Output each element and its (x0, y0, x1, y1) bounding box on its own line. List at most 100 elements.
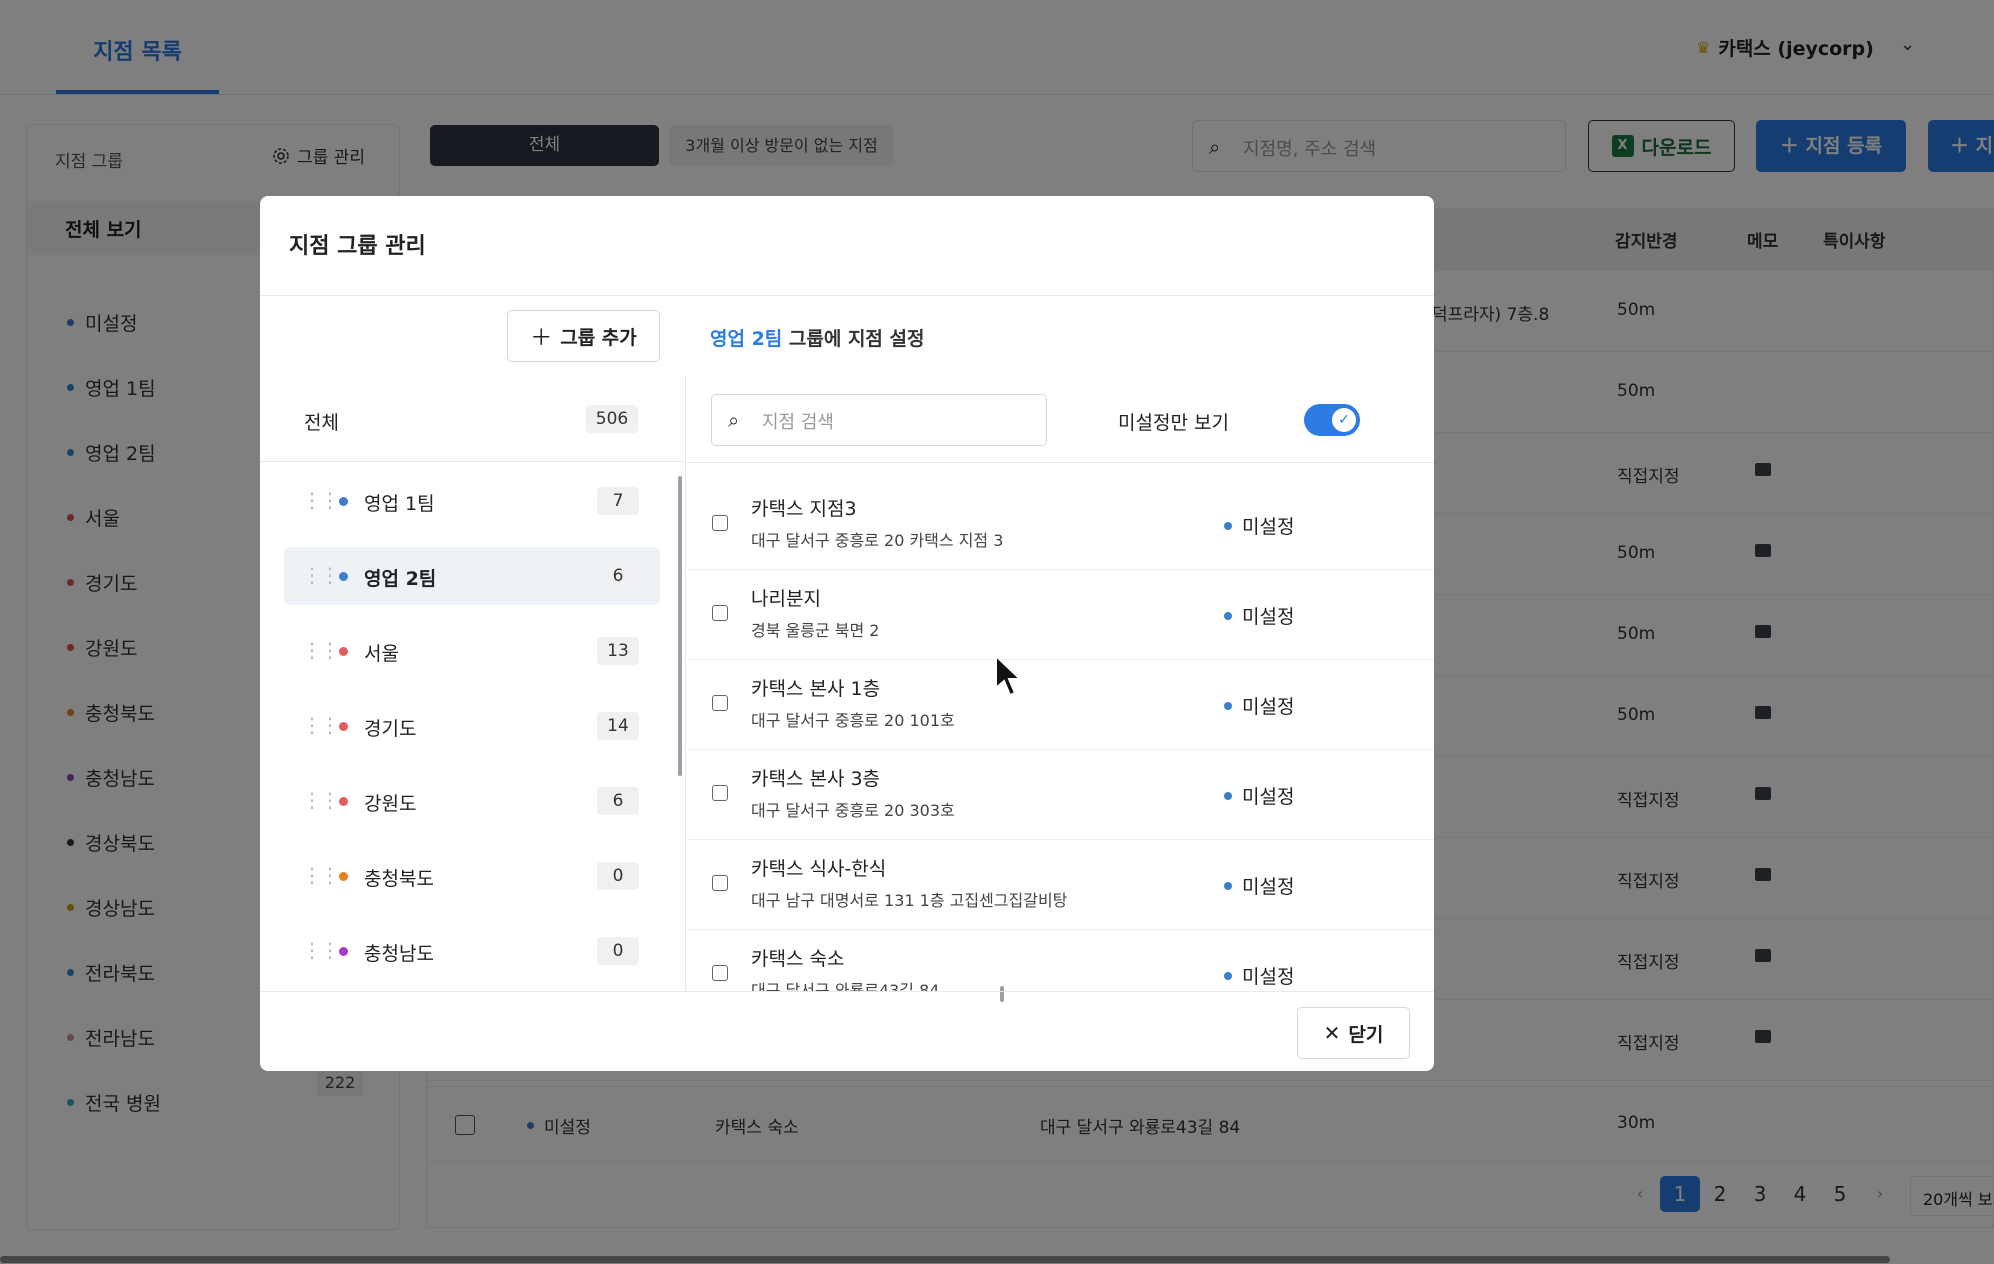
group-item[interactable]: ⋮⋮ 충청북도 0 (284, 847, 660, 905)
status-dot (1224, 791, 1232, 800)
group-count: 13 (597, 637, 639, 665)
drag-handle-icon[interactable]: ⋮⋮ (302, 488, 340, 512)
branch-address: 경북 울릉군 북면 2 (751, 621, 880, 640)
group-name: 강원도 (364, 793, 417, 815)
group-list-panel: 전체 506 ⋮⋮ 영업 1팀 7 ⋮⋮ 영업 2팀 6 ⋮⋮ 서울 13 ⋮⋮ 경기도 14 ⋮⋮ 강원… (260, 376, 686, 991)
mouse-cursor-icon (995, 654, 1023, 697)
color-dot (339, 572, 348, 581)
divider (260, 991, 1434, 992)
check-icon: ✓ (1332, 408, 1356, 432)
color-dot (339, 797, 348, 806)
branch-row[interactable]: 카택스 본사 1층대구 달서구 중흥로 20 101호 미설정 (687, 660, 1434, 750)
drag-handle-icon[interactable]: ⋮⋮ (302, 713, 340, 737)
group-manage-modal: 지점 그룹 관리 ＋ 그룹 추가 영업 2팀 그룹에 지점 설정 전체 506 … (260, 196, 1434, 1071)
drag-handle-icon[interactable]: ⋮⋮ (302, 638, 340, 662)
branch-checkbox[interactable] (712, 875, 728, 891)
branch-name: 카택스 본사 3층 (751, 768, 881, 790)
branch-checkbox[interactable] (712, 515, 728, 531)
branch-checkbox[interactable] (712, 965, 728, 981)
branch-search-placeholder: 지점 검색 (762, 412, 834, 433)
group-item[interactable]: ⋮⋮ 경기도 14 (284, 697, 660, 755)
drag-handle-icon[interactable]: ⋮⋮ (302, 563, 340, 587)
drag-handle-icon[interactable]: ⋮⋮ (302, 938, 340, 962)
group-count: 6 (597, 787, 639, 815)
group-count: 6 (597, 562, 639, 590)
branch-checkbox[interactable] (712, 605, 728, 621)
branch-status: 미설정 (1224, 692, 1294, 719)
branch-status-label: 미설정 (1242, 516, 1295, 538)
group-count: 0 (597, 937, 639, 965)
group-all-row[interactable]: 전체 506 (260, 376, 685, 462)
group-count: 0 (597, 862, 639, 890)
branch-address: 대구 남구 대명서로 131 1층 고집센그집갈비탕 (751, 891, 1068, 910)
group-name: 영업 1팀 (364, 493, 435, 515)
branch-assign-panel: ⌕ 지점 검색 미설정만 보기 ✓ 카택스 지점3 대구 달서구 중흥로 20 카… (687, 376, 1434, 991)
unset-only-toggle[interactable]: ✓ (1304, 404, 1360, 436)
branch-list: 카택스 지점3 대구 달서구 중흥로 20 카택스 지점 3 미설정 나리분지 경북 울… (687, 480, 1434, 991)
close-icon: ✕ (1323, 1021, 1341, 1045)
group-item[interactable]: ⋮⋮ 영업 2팀 6 (284, 547, 660, 605)
color-dot (339, 647, 348, 656)
modal-title: 지점 그룹 관리 (289, 234, 426, 259)
branch-status: 미설정 (1224, 602, 1294, 629)
group-item[interactable]: ⋮⋮ 영업 1팀 7 (284, 472, 660, 530)
branch-status: 미설정 (1224, 512, 1294, 539)
branch-status: 미설정 (1224, 782, 1294, 809)
branch-address: 대구 달서구 중흥로 20 카택스 지점 3 (751, 531, 1004, 550)
group-item[interactable]: ⋮⋮ 서울 13 (284, 622, 660, 680)
divider (260, 295, 1434, 296)
branch-name: 나리분지 (751, 588, 821, 610)
branch-list-scrollbar[interactable] (1000, 986, 1004, 1002)
branch-address: 대구 달서구 와룡로43길 84 (751, 981, 940, 991)
drag-handle-icon[interactable]: ⋮⋮ (302, 863, 340, 887)
group-count: 7 (597, 487, 639, 515)
add-group-label: 그룹 추가 (560, 326, 637, 349)
branch-name: 카택스 지점3 (751, 498, 857, 520)
branch-row[interactable]: 카택스 본사 3층 대구 달서구 중흥로 20 303호 미설정 (687, 750, 1434, 840)
group-name: 서울 (364, 643, 399, 665)
status-dot (1224, 881, 1232, 890)
branch-row[interactable]: 카택스 숙소 대구 달서구 와룡로43길 84 미설정 (687, 930, 1434, 991)
branch-status-label: 미설정 (1242, 876, 1295, 898)
status-dot (1224, 521, 1232, 530)
branch-row[interactable]: 카택스 지점3 대구 달서구 중흥로 20 카택스 지점 3 미설정 (687, 480, 1434, 570)
drag-handle-icon[interactable]: ⋮⋮ (302, 788, 340, 812)
branch-row[interactable]: 나리분지경북 울릉군 북면 2 미설정 (687, 570, 1434, 660)
status-dot (1224, 971, 1232, 980)
branch-checkbox[interactable] (712, 785, 728, 801)
status-dot (1224, 611, 1232, 620)
group-list-scrollbar[interactable] (678, 476, 682, 776)
search-icon: ⌕ (728, 408, 740, 432)
group-list: ⋮⋮ 영업 1팀 7 ⋮⋮ 영업 2팀 6 ⋮⋮ 서울 13 ⋮⋮ 경기도 14 ⋮⋮ 강원도 6 ⋮⋮ 충청북… (284, 472, 660, 972)
divider (687, 462, 1434, 463)
assign-subtitle: 영업 2팀 그룹에 지점 설정 (710, 324, 925, 351)
branch-row[interactable]: 카택스 식사-한식대구 남구 대명서로 131 1층 고집센그집갈비탕 미설정 (687, 840, 1434, 930)
close-label: 닫기 (1348, 1023, 1384, 1046)
branch-search-field[interactable]: ⌕ 지점 검색 (711, 394, 1047, 446)
group-all-label: 전체 (304, 412, 339, 434)
close-button[interactable]: ✕ 닫기 (1297, 1007, 1410, 1059)
branch-address: 대구 달서구 중흥로 20 101호 (751, 711, 955, 730)
add-group-button[interactable]: ＋ 그룹 추가 (507, 310, 660, 362)
branch-status: 미설정 (1224, 872, 1294, 899)
branch-name: 카택스 본사 1층 (751, 678, 881, 700)
selected-group-name: 영업 2팀 (710, 328, 783, 350)
group-all-count: 506 (586, 405, 638, 433)
group-name: 경기도 (364, 718, 417, 740)
unset-only-label: 미설정만 보기 (1118, 412, 1229, 434)
color-dot (339, 872, 348, 881)
branch-checkbox[interactable] (712, 695, 728, 711)
plus-icon: ＋ (530, 326, 553, 351)
group-item[interactable]: ⋮⋮ 강원도 6 (284, 772, 660, 830)
color-dot (339, 947, 348, 956)
branch-status-label: 미설정 (1242, 966, 1295, 988)
branch-status-label: 미설정 (1242, 696, 1295, 718)
status-dot (1224, 701, 1232, 710)
color-dot (339, 497, 348, 506)
branch-status: 미설정 (1224, 962, 1294, 989)
subtitle-text: 그룹에 지점 설정 (782, 328, 925, 350)
group-name: 영업 2팀 (364, 568, 437, 590)
group-item[interactable]: ⋮⋮ 충청남도 0 (284, 922, 660, 972)
branch-status-label: 미설정 (1242, 606, 1295, 628)
branch-name: 카택스 식사-한식 (751, 858, 887, 880)
